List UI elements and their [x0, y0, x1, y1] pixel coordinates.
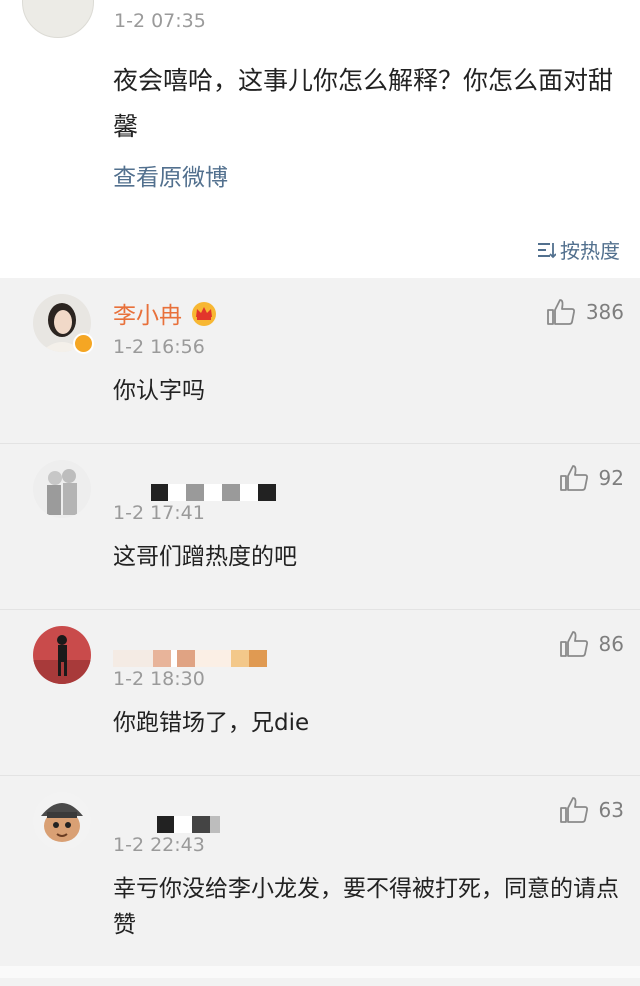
- like-count: 86: [598, 632, 624, 656]
- post-time: 1-2 07:35: [114, 10, 206, 32]
- like-count: 92: [598, 466, 624, 490]
- comment-time: 1-2 18:30: [113, 668, 205, 690]
- masked-username: [113, 816, 220, 833]
- post-text: 夜会嘻哈，这事儿你怎么解释？你怎么面对甜馨: [113, 66, 614, 141]
- sort-icon: [538, 242, 556, 258]
- like-button[interactable]: 92: [559, 464, 624, 492]
- original-post: 1-2 07:35 夜会嘻哈，这事儿你怎么解释？你怎么面对甜馨 查看原微博 按热…: [0, 0, 640, 278]
- sort-by-hot-button[interactable]: 按热度: [536, 235, 620, 264]
- comment-item: 1-2 18:30 你跑错场了，兄die 86: [0, 609, 640, 775]
- avatar[interactable]: [33, 626, 91, 684]
- masked-username: [113, 650, 267, 667]
- like-button[interactable]: 386: [546, 298, 624, 326]
- username[interactable]: 李小冉: [113, 296, 218, 330]
- avatar[interactable]: [33, 792, 91, 850]
- comment-text: 你跑错场了，兄die: [113, 710, 310, 736]
- comment-text: 你认字吗: [113, 378, 205, 404]
- comment-item: 1-2 22:43 幸亏你没给李小龙发，要不得被打死，同意的请点赞 63: [0, 775, 640, 986]
- post-author-avatar[interactable]: [22, 0, 94, 38]
- like-count: 386: [585, 300, 624, 324]
- comment-list: 李小冉 1-2 16:56 你认字吗 386 1-2 17:41 这哥们蹭热度的…: [0, 278, 640, 986]
- like-count: 63: [598, 798, 624, 822]
- view-original-link[interactable]: 查看原微博: [113, 158, 228, 192]
- comment-text: 幸亏你没给李小龙发，要不得被打死，同意的请点赞: [113, 876, 619, 938]
- comment-text: 这哥们蹭热度的吧: [113, 544, 297, 570]
- comment-time: 1-2 17:41: [113, 502, 205, 524]
- verified-badge-icon: [73, 333, 94, 354]
- username-text: 李小冉: [113, 303, 182, 329]
- comment-time: 1-2 16:56: [113, 336, 205, 358]
- like-button[interactable]: 86: [559, 630, 624, 658]
- thumbs-up-icon: [546, 299, 575, 325]
- thumbs-up-icon: [559, 631, 588, 657]
- thumbs-up-icon: [559, 465, 588, 491]
- bottom-edge: [0, 966, 640, 978]
- like-button[interactable]: 63: [559, 796, 624, 824]
- comment-item: 李小冉 1-2 16:56 你认字吗 386: [0, 278, 640, 443]
- sort-label: 按热度: [560, 239, 620, 263]
- avatar[interactable]: [33, 460, 91, 518]
- crown-badge-icon: [192, 302, 216, 326]
- masked-username: [113, 484, 276, 501]
- thumbs-up-icon: [559, 797, 588, 823]
- comment-item: 1-2 17:41 这哥们蹭热度的吧 92: [0, 443, 640, 609]
- comment-time: 1-2 22:43: [113, 834, 205, 856]
